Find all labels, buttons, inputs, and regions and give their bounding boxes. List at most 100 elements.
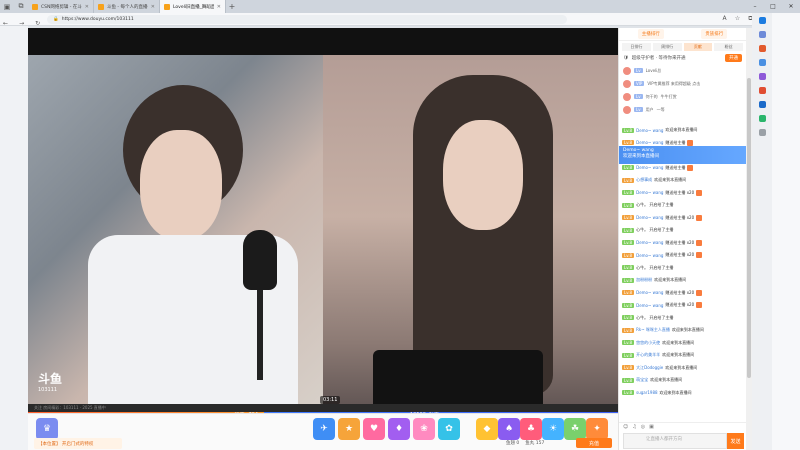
emoji-icon[interactable]: ☺ xyxy=(623,424,628,431)
user-nickname[interactable]: 心想事成 xyxy=(636,177,652,183)
user-nickname[interactable]: Demo~ wang xyxy=(636,240,663,245)
drop-icon[interactable] xyxy=(752,111,772,125)
close-tab-icon[interactable]: ✕ xyxy=(85,4,89,10)
gift-item-icon[interactable]: ♠ xyxy=(498,418,520,440)
user-nickname[interactable]: Demo~ wang xyxy=(636,140,663,145)
video-player[interactable]: 斗鱼 103111 03:11 我方 704 10500 对方 xyxy=(28,28,618,415)
message-text: 赠送给主播 x20 xyxy=(665,239,695,245)
tab-anchor-rank[interactable]: 主播排行 xyxy=(637,29,664,39)
chat-input[interactable]: 让直播人都开方向 xyxy=(623,433,727,449)
recharge-button[interactable]: 充值 xyxy=(576,438,612,448)
user-nickname[interactable]: Demo~ wang xyxy=(636,253,663,258)
gift-item-icon[interactable]: ☀ xyxy=(542,418,564,440)
message-text: 赠送给主播 x20 xyxy=(665,302,695,308)
tab-day[interactable]: 日排行 xyxy=(622,42,651,51)
message-text: 欢迎来到本直播间 xyxy=(654,277,687,283)
gift-item-icon[interactable]: ✦ xyxy=(586,418,608,440)
shopping-icon[interactable] xyxy=(752,41,772,55)
user-nickname[interactable]: Demo~ wang xyxy=(636,128,663,133)
gift-item-icon[interactable]: ♛ xyxy=(36,418,58,440)
face-shape xyxy=(140,130,222,240)
office-icon[interactable] xyxy=(752,83,772,97)
tools-icon[interactable] xyxy=(752,55,772,69)
browser-tab-3[interactable]: Loveli旧直播_舞蹈直播_斗鱼 ✕ xyxy=(160,0,226,13)
user-nickname[interactable]: 开心的美羊羊 xyxy=(636,352,660,358)
tab-noble-rank[interactable]: 贵族排行 xyxy=(701,29,728,39)
user-nickname[interactable]: Demo~ wang xyxy=(636,215,663,220)
video-stream[interactable]: 斗鱼 103111 03:11 我方 704 10500 对方 xyxy=(28,55,618,415)
level-badge: Lv xyxy=(634,68,643,73)
search-icon[interactable] xyxy=(752,27,772,41)
user-level-badge: Lv.8 xyxy=(622,202,635,208)
rank-name: VIP专属推荐 来用得超级 点击 xyxy=(647,80,701,86)
user-nickname[interactable]: 大江Dodoggie xyxy=(636,365,663,371)
user-nickname[interactable]: Demo~ wang xyxy=(636,290,663,295)
browser-tab-2[interactable]: 斗鱼 - 每个人的直播平台 ✕ xyxy=(94,0,160,13)
send-button[interactable]: 发送 xyxy=(727,433,744,449)
privilege-notice[interactable]: 【本位置】 开启门式的特权 xyxy=(34,438,122,449)
user-level-badge: Lv.8 xyxy=(622,377,635,383)
user-nickname[interactable]: 萌宝宝 xyxy=(636,377,648,383)
message-text: 赠送给主播 x20 xyxy=(665,214,695,220)
user-nickname[interactable]: 加粉粉粉 xyxy=(636,277,652,283)
bing-icon[interactable] xyxy=(752,13,772,27)
message-text: 欢迎来到本直播间 xyxy=(650,377,683,383)
image-icon[interactable]: ▣ xyxy=(649,424,654,431)
user-nickname[interactable]: sugar1988 xyxy=(636,390,657,395)
open-guard-button[interactable]: 开通 xyxy=(725,54,742,62)
close-window-button[interactable]: ✕ xyxy=(782,0,800,13)
outlook-icon[interactable] xyxy=(752,97,772,111)
list-item[interactable]: Lv 何干的 牛牛打赏 xyxy=(623,90,742,103)
scroll-thumb[interactable] xyxy=(747,78,751,378)
gift-icon xyxy=(687,139,694,146)
close-tab-icon[interactable]: ✕ xyxy=(151,4,155,10)
chat-message: Lv.8 Demo~ wang 赠送给主播 x20 xyxy=(622,299,744,312)
gift-item-icon[interactable]: ♣ xyxy=(520,418,542,440)
favorite-icon[interactable]: ☆ xyxy=(731,15,744,23)
tab-contrib[interactable]: 贡献 xyxy=(683,42,713,51)
add-icon[interactable] xyxy=(752,125,772,139)
maximize-button[interactable]: □ xyxy=(764,0,782,13)
message-text: 欢迎来到本直播间 xyxy=(654,177,687,183)
douyu-watermark: 斗鱼 103111 xyxy=(38,370,78,404)
target-icon[interactable]: ◎ xyxy=(641,424,645,431)
user-nickname[interactable]: Demo~ wang xyxy=(636,190,663,195)
read-aloud-icon[interactable]: A xyxy=(718,15,731,23)
music-icon[interactable]: ♫ xyxy=(632,424,636,431)
gift-item-icon[interactable]: ✿ xyxy=(438,418,460,440)
gift-bar: ♛ ✈ ★ ♥ ♦ ❀ ✿ ◆ ♠ ♣ ☀ ☘ ✦ 【本位置】 开启门式的特权 … xyxy=(28,413,618,450)
gift-item-icon[interactable]: ★ xyxy=(338,418,360,440)
user-nickname[interactable]: Demo~ wang xyxy=(636,303,663,308)
gift-item-icon[interactable]: ◆ xyxy=(476,418,498,440)
rank-name: 用户 xyxy=(645,106,654,112)
chat-message: Lv.8 心想事成 欢迎来到本直播间 xyxy=(622,174,744,187)
gift-item-icon[interactable]: ✈ xyxy=(313,418,335,440)
user-level-badge: Lv.8 xyxy=(622,127,635,133)
gift-item-icon[interactable]: ♥ xyxy=(363,418,385,440)
gift-item-icon[interactable]: ❀ xyxy=(413,418,435,440)
avatar xyxy=(623,105,631,114)
address-bar[interactable]: 🔒 https://www.douyu.com/103111 xyxy=(47,14,568,24)
list-item[interactable]: Lv 用户 一等 xyxy=(623,103,742,116)
user-nickname[interactable]: 悠悠的小天使 xyxy=(636,340,660,346)
gift-item-icon[interactable]: ☘ xyxy=(564,418,586,440)
list-item[interactable]: Lv Loveli总 xyxy=(623,64,742,77)
level-badge: Lv xyxy=(634,107,643,112)
tab-week[interactable]: 周排行 xyxy=(652,42,682,51)
gift-item-icon[interactable]: ♦ xyxy=(388,418,410,440)
user-nickname[interactable]: Rk~ 咪咪主人直播 xyxy=(636,327,670,333)
tab-fans[interactable]: 粉丝 xyxy=(714,42,743,51)
user-nickname[interactable]: Demo~ wang xyxy=(636,165,663,170)
guard-row: 🛡 超级守护者 · 等待你来开通 开通 xyxy=(619,52,746,64)
close-tab-icon[interactable]: ✕ xyxy=(217,4,221,10)
minimize-button[interactable]: – xyxy=(746,0,764,13)
favicon-icon xyxy=(164,3,170,10)
user-level-badge: Lv.8 xyxy=(622,277,635,283)
user-level-badge: Lv.8 xyxy=(622,252,635,258)
list-item[interactable]: VIP VIP专属推荐 来用得超级 点击 xyxy=(623,77,742,90)
new-tab-button[interactable]: + xyxy=(226,0,238,13)
avatar xyxy=(623,79,631,88)
games-icon[interactable] xyxy=(752,69,772,83)
reload-icon[interactable]: ↻ xyxy=(32,20,43,27)
rank-extra: 牛牛打赏 xyxy=(660,93,677,99)
